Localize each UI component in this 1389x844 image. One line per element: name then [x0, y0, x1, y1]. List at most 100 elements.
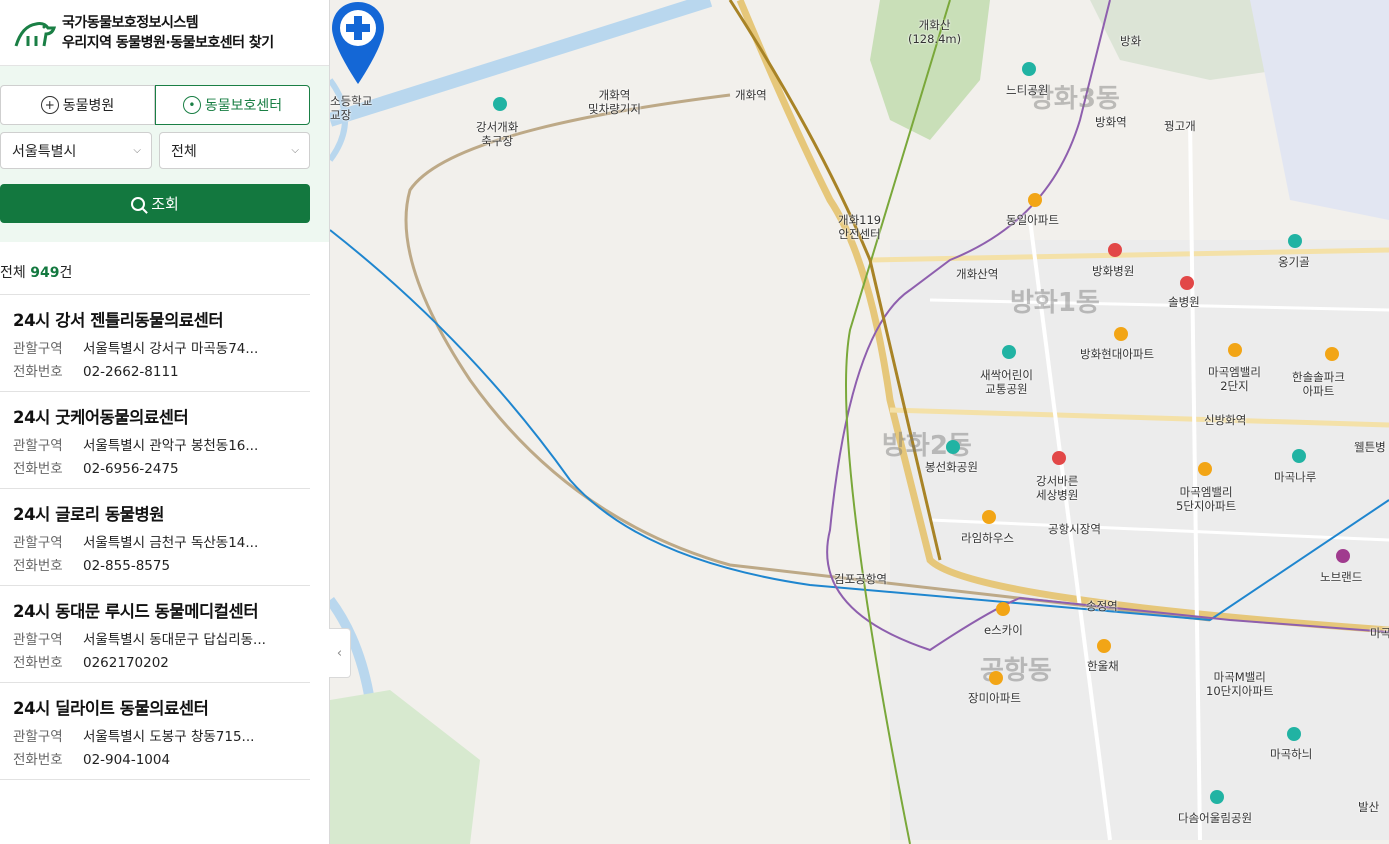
item-phone: 02-904-1004: [83, 752, 171, 768]
hospital-icon[interactable]: [1108, 243, 1122, 257]
chevron-left-icon: ‹: [336, 645, 343, 661]
map-label: 공항시장역: [1048, 522, 1101, 536]
area-label: 관할구역: [13, 438, 63, 454]
area-label: 관할구역: [13, 729, 63, 745]
apartment-icon[interactable]: [1097, 639, 1111, 653]
dog-face-icon: •: [182, 96, 201, 114]
apartment-icon[interactable]: [989, 671, 1003, 685]
apartment-icon[interactable]: [1198, 462, 1212, 476]
system-title: 국가동물보호정보시스템: [62, 14, 199, 31]
park-icon[interactable]: [1288, 234, 1302, 248]
item-phone: 02-6956-2475: [83, 461, 179, 477]
map-label: 발산: [1358, 800, 1380, 814]
plus-circle-icon: +: [40, 96, 59, 114]
map-label: 한울채: [1087, 659, 1119, 673]
map-label: 웰튼병: [1354, 440, 1386, 454]
map-label: 마곡M밸리 10단지아파트: [1206, 670, 1274, 698]
map-label: 마곡엠밸리 2단지: [1208, 365, 1261, 393]
search-button[interactable]: 조회: [0, 184, 310, 223]
map-label: 동일아파트: [1006, 213, 1059, 227]
hospital-icon[interactable]: [1052, 451, 1066, 465]
phone-label: 전화번호: [13, 364, 63, 380]
map-label: 개화역 및차량기지: [588, 88, 641, 116]
map-label: 방화현대아파트: [1080, 347, 1155, 361]
map-label: 옹기골: [1278, 255, 1310, 269]
district-select[interactable]: 전체 ⌵: [159, 132, 310, 169]
map-label: 개화역: [735, 88, 767, 102]
phone-label: 전화번호: [13, 558, 63, 574]
collapse-sidebar-button[interactable]: ‹: [329, 628, 351, 678]
item-area: 서울특별시 강서구 마곡동74...: [83, 341, 259, 357]
chevron-down-icon: ⌵: [291, 145, 299, 156]
header: 국가동물보호정보시스템 우리지역 동물병원·동물보호센터 찾기: [0, 0, 329, 66]
region-select[interactable]: 서울특별시 ⌵: [0, 132, 152, 169]
list-item[interactable]: 24시 동대문 루시드 동물메디컬센터 관할구역 서울특별시 동대문구 답십리동.…: [0, 586, 310, 683]
tab-animal-shelter[interactable]: • 동물보호센터: [155, 85, 310, 125]
dog-logo-icon: [14, 21, 56, 46]
apartment-icon[interactable]: [1028, 193, 1042, 207]
shop-icon[interactable]: [1336, 549, 1350, 563]
area-label: 관할구역: [13, 535, 63, 551]
map-label: 방화병원: [1092, 264, 1135, 278]
list-item[interactable]: 24시 글로리 동물병원 관할구역 서울특별시 금천구 독산동14... 전화번호…: [0, 489, 310, 586]
map[interactable]: 방화3동 방화1동 방화2동 공항동 소등학교 교장 강서개화 축구장 개화역 및차량…: [330, 0, 1389, 844]
tab-animal-hospital[interactable]: + 동물병원: [0, 85, 155, 125]
map-label: 마곡나루: [1274, 470, 1317, 484]
park-icon[interactable]: [1002, 345, 1016, 359]
park-icon[interactable]: [1022, 62, 1036, 76]
map-label: 한솔솔파크 아파트: [1292, 370, 1345, 398]
map-label: 방화: [1120, 34, 1142, 48]
park-icon[interactable]: [1210, 790, 1224, 804]
total-prefix: 전체: [0, 265, 26, 281]
hospital-icon[interactable]: [1180, 276, 1194, 290]
item-area: 서울특별시 동대문구 답십리동...: [83, 632, 266, 648]
map-label: 개화산역: [956, 267, 999, 281]
park-icon[interactable]: [946, 440, 960, 454]
map-label: 강서바른 세상병원: [1036, 474, 1079, 502]
tab-label: 동물보호센터: [204, 98, 283, 114]
result-list: 24시 강서 젠틀리동물의료센터 관할구역 서울특별시 강서구 마곡동74... …: [0, 294, 310, 780]
list-item[interactable]: 24시 딜라이트 동물의료센터 관할구역 서울특별시 도봉구 창동715... 전…: [0, 683, 310, 780]
item-area: 서울특별시 금천구 독산동14...: [83, 535, 259, 551]
list-item[interactable]: 24시 강서 젠틀리동물의료센터 관할구역 서울특별시 강서구 마곡동74... …: [0, 295, 310, 392]
map-label: 개화산 (128.4m): [908, 18, 962, 46]
app: 국가동물보호정보시스템 우리지역 동물병원·동물보호센터 찾기 + 동물병원 •…: [0, 0, 1389, 844]
apartment-icon[interactable]: [982, 510, 996, 524]
map-label: 꿩고개: [1164, 119, 1196, 133]
phone-label: 전화번호: [13, 752, 63, 768]
map-label: 새싹어린이 교통공원: [980, 368, 1033, 396]
sidebar: 국가동물보호정보시스템 우리지역 동물병원·동물보호센터 찾기 + 동물병원 •…: [0, 0, 330, 844]
area-label: 관할구역: [13, 341, 63, 357]
park-icon[interactable]: [493, 97, 507, 111]
apartment-icon[interactable]: [1114, 327, 1128, 341]
item-phone: 0262170202: [83, 655, 169, 671]
map-label: 소등학교 교장: [330, 94, 373, 122]
park-icon[interactable]: [1287, 727, 1301, 741]
district-value: 전체: [171, 143, 197, 160]
total-suffix: 건: [59, 265, 73, 281]
map-label: 신방화역: [1204, 413, 1247, 427]
location-marker-icon[interactable]: [330, 0, 386, 90]
map-label: 장미아파트: [968, 691, 1021, 705]
map-label: e스카이: [984, 623, 1023, 637]
map-label: 마곡엠밸리 5단지아파트: [1176, 485, 1237, 513]
map-label: 다솜어울림공원: [1178, 811, 1253, 825]
park-icon[interactable]: [1292, 449, 1306, 463]
apartment-icon[interactable]: [996, 602, 1010, 616]
map-label: 개화119 안전센터: [838, 213, 882, 241]
chevron-down-icon: ⌵: [133, 145, 141, 156]
total-count: 전체 949건: [0, 262, 72, 282]
map-label: 솔병원: [1168, 295, 1200, 309]
apartment-icon[interactable]: [1228, 343, 1242, 357]
map-label: 방화역: [1095, 115, 1127, 129]
map-label: 봉선화공원: [925, 460, 978, 474]
phone-label: 전화번호: [13, 655, 63, 671]
phone-label: 전화번호: [13, 461, 63, 477]
item-area: 서울특별시 도봉구 창동715...: [83, 729, 255, 745]
page-title: 우리지역 동물병원·동물보호센터 찾기: [62, 34, 274, 51]
map-label: 강서개화 축구장: [476, 120, 519, 148]
search-icon: [131, 196, 146, 211]
list-item[interactable]: 24시 굿케어동물의료센터 관할구역 서울특별시 관악구 봉천동16... 전화번…: [0, 392, 310, 489]
search-label: 조회: [151, 195, 179, 213]
apartment-icon[interactable]: [1325, 347, 1339, 361]
